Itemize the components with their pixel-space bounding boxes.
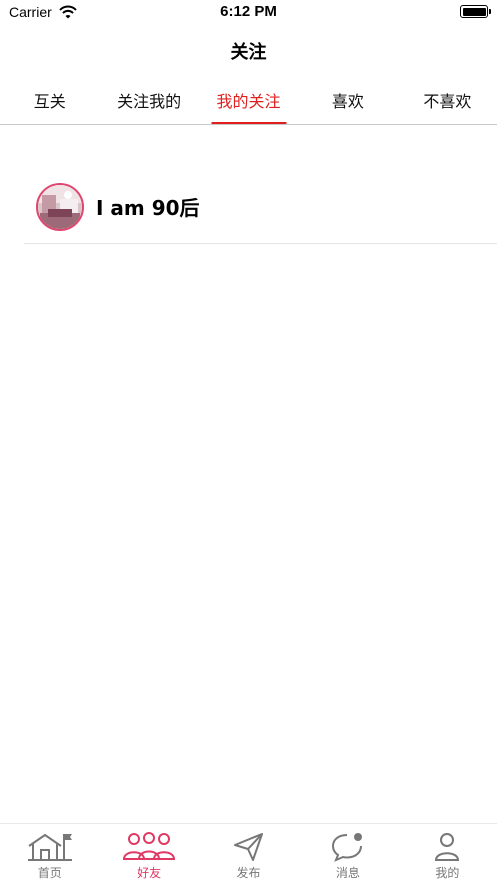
tabbar-friends[interactable]: 好友 [99,824,198,883]
segment-tabs: 互关 关注我的 我的关注 喜欢 不喜欢 [0,76,497,125]
tabbar-label: 首页 [37,866,62,880]
active-tab-indicator [211,122,287,124]
tab-my-following[interactable]: 我的关注 [199,76,298,124]
tab-like[interactable]: 喜欢 [298,76,397,124]
tab-bar: 首页 好友 发布 消息 我的 [0,823,497,883]
status-bar: Carrier 6:12 PM [0,0,497,26]
tabbar-messages[interactable]: 消息 [298,824,397,883]
tab-label: 关注我的 [117,92,182,111]
page-title: 关注 [230,42,267,63]
battery-icon [460,5,491,18]
tabbar-publish[interactable]: 发布 [199,824,298,883]
tab-label: 我的关注 [216,92,281,111]
tabbar-label: 好友 [137,866,162,880]
home-icon [27,830,73,862]
following-list: I am 90后 [24,170,497,244]
send-icon [233,830,265,862]
tab-mutual[interactable]: 互关 [0,76,99,124]
tabbar-label: 发布 [236,866,261,880]
avatar[interactable] [36,182,84,231]
tab-dislike[interactable]: 不喜欢 [398,76,497,124]
tab-label: 不喜欢 [423,92,472,111]
tabbar-home[interactable]: 首页 [0,824,99,883]
username: I am 90后 [96,196,200,220]
friends-icon [122,830,176,862]
clock: 6:12 PM [220,3,277,20]
profile-icon [433,830,461,862]
list-item[interactable]: I am 90后 [24,170,497,244]
tabbar-profile[interactable]: 我的 [398,824,497,883]
tabbar-label: 我的 [435,866,460,880]
tabbar-label: 消息 [335,866,360,880]
message-icon [331,830,365,862]
tab-followers[interactable]: 关注我的 [99,76,198,124]
tab-label: 喜欢 [331,92,364,111]
tab-label: 互关 [33,92,66,111]
